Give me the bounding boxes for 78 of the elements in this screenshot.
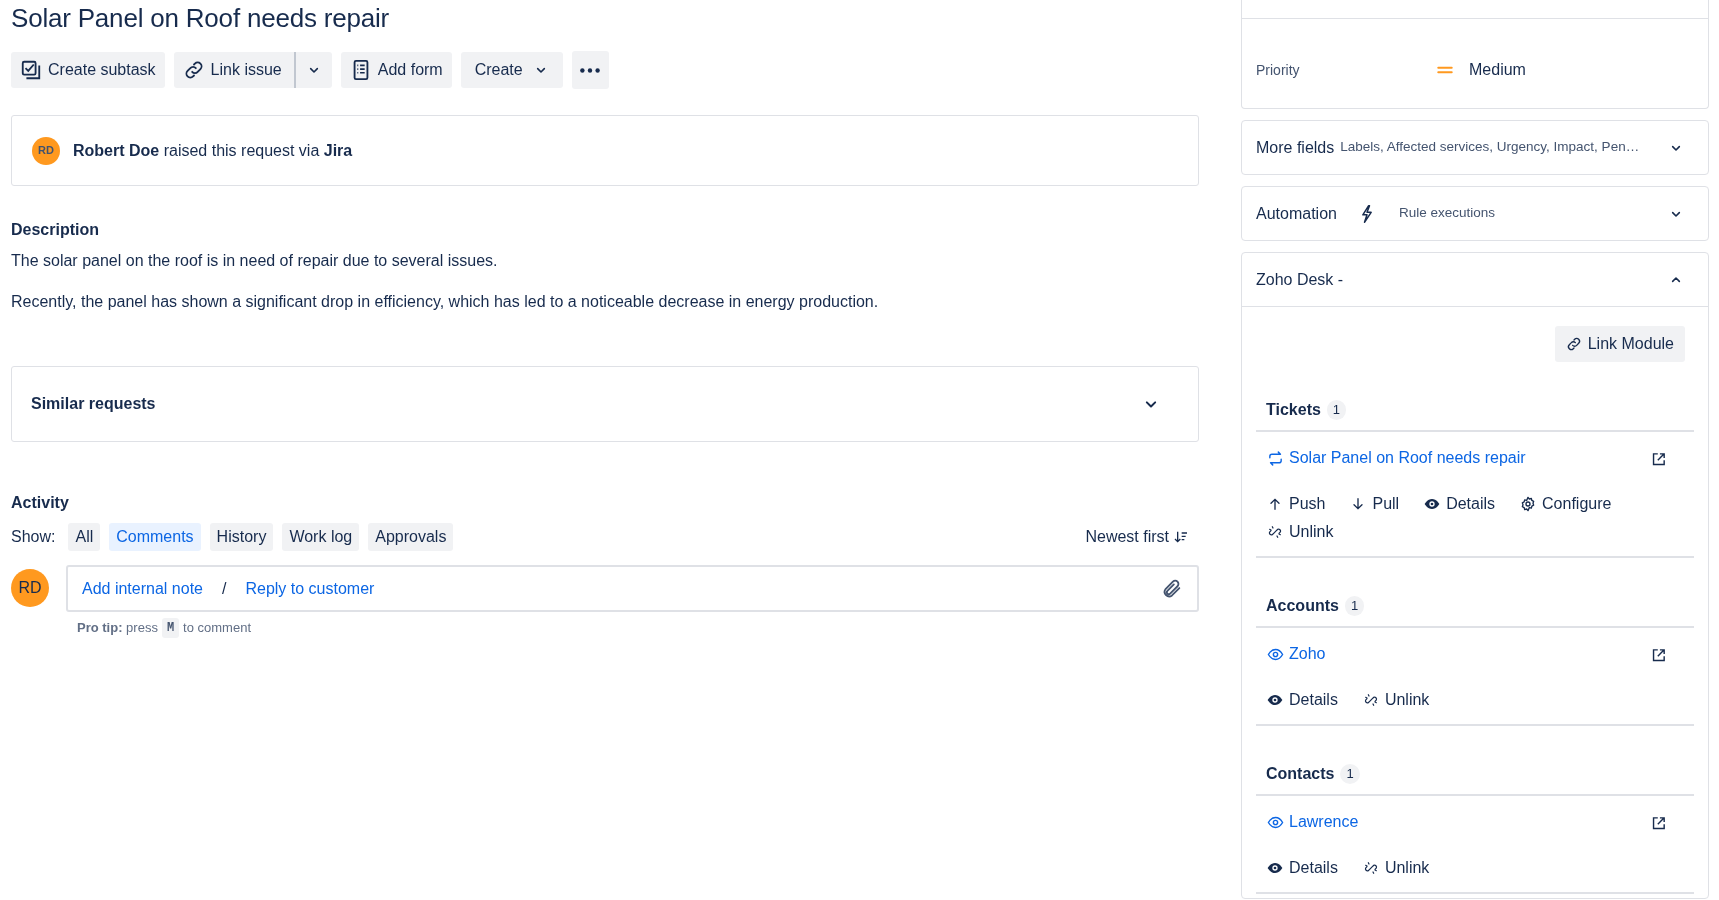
unlink-button[interactable]: Unlink	[1267, 520, 1334, 544]
open-external-button[interactable]	[1650, 451, 1667, 468]
section-title: Accounts	[1266, 596, 1339, 616]
show-label: Show:	[11, 527, 56, 547]
similar-requests-panel[interactable]: Similar requests	[11, 366, 1199, 442]
add-internal-note-link[interactable]: Add internal note	[82, 576, 203, 601]
panel-title: Similar requests	[31, 394, 156, 414]
count-badge: 1	[1344, 596, 1365, 616]
comment-box[interactable]: Add internal note / Reply to customer	[66, 565, 1199, 612]
link-icon	[1565, 336, 1582, 352]
filter-tab[interactable]: History	[209, 523, 274, 551]
panel-summary: Rule executions	[1398, 204, 1495, 223]
external-link-icon	[1650, 451, 1667, 468]
more-button[interactable]	[571, 51, 609, 89]
keyboard-key: M	[161, 618, 180, 638]
link-module-button[interactable]: Link Module	[1554, 326, 1685, 362]
unlink-button[interactable]: Unlink	[1362, 856, 1430, 880]
pro-tip-text: Pro tip: press	[77, 619, 158, 638]
configure-button[interactable]: Configure	[1520, 492, 1612, 516]
filter-tab[interactable]: Work log	[282, 523, 360, 551]
section-title: Tickets	[1266, 400, 1321, 420]
sort-icon	[1173, 529, 1189, 545]
user-avatar: RD	[32, 136, 60, 165]
section-heading: Description	[11, 220, 100, 240]
unlink-icon	[1362, 692, 1379, 708]
details-button[interactable]: Details	[1267, 856, 1338, 880]
automation-panel[interactable]: Automation Rule executions	[1241, 186, 1709, 241]
zoho-panel-header[interactable]: Zoho Desk -	[1242, 253, 1708, 307]
subtask-icon	[20, 59, 42, 81]
push-button[interactable]: Push	[1267, 492, 1326, 516]
details-button[interactable]: Details	[1267, 688, 1338, 712]
panel-summary: Labels, Affected services, Urgency, Impact, Pen…	[1340, 138, 1640, 157]
external-link-icon	[1650, 647, 1667, 664]
section-heading: Activity	[11, 493, 70, 513]
panel-title: More fields	[1256, 137, 1335, 158]
request-text: Robert Doe raised this request via Jira	[73, 140, 353, 161]
pull-button[interactable]: Pull	[1350, 492, 1400, 516]
create-subtask-button[interactable]: Create subtask	[11, 52, 165, 88]
open-external-button[interactable]	[1650, 815, 1667, 832]
more-fields-panel[interactable]: More fields Labels, Affected services, Urgency, Impact, Pen…	[1241, 120, 1709, 175]
details-button[interactable]: Details	[1424, 492, 1496, 516]
filter-tab[interactable]: All	[68, 523, 101, 551]
attachment-icon	[1161, 577, 1183, 600]
user-avatar: RD	[11, 569, 49, 607]
create-button[interactable]: Create	[460, 52, 563, 88]
record-link[interactable]: Zoho	[1267, 642, 1326, 666]
panel-title: Automation	[1256, 203, 1337, 224]
open-external-button[interactable]	[1650, 647, 1667, 664]
record-link[interactable]: Solar Panel on Roof needs repair	[1267, 446, 1526, 470]
record-link[interactable]: Lawrence	[1267, 810, 1359, 834]
eye-icon	[1267, 692, 1283, 708]
unlink-button[interactable]: Unlink	[1362, 688, 1430, 712]
section-title: Contacts	[1266, 764, 1335, 784]
unlink-icon	[1267, 524, 1283, 540]
field-label: Priority	[1256, 60, 1301, 80]
more-icon	[580, 67, 601, 73]
reply-to-customer-link[interactable]: Reply to customer	[245, 576, 375, 601]
sort-button[interactable]: Newest first	[1085, 525, 1189, 549]
settings-icon	[1520, 496, 1537, 512]
add-form-button[interactable]: Add form	[340, 52, 452, 88]
field-value: Medium	[1469, 60, 1526, 80]
filter-tab[interactable]: Comments	[109, 523, 201, 551]
description-text: The solar panel on the roof is in need of repair due to several issues.	[11, 251, 499, 271]
unlink-icon	[1362, 860, 1379, 876]
pro-tip-text: to comment	[183, 619, 252, 638]
arrow-up-icon	[1267, 496, 1283, 512]
link-issue-button[interactable]: Link issue	[173, 52, 294, 88]
filter-tab[interactable]: Approvals	[368, 523, 454, 551]
eye-icon	[1267, 860, 1283, 876]
panel-title: Zoho Desk -	[1256, 269, 1344, 290]
separator: /	[222, 578, 227, 599]
count-badge: 1	[1340, 764, 1360, 784]
eye-icon	[1424, 496, 1441, 512]
count-badge: 1	[1326, 400, 1347, 420]
external-link-icon	[1650, 815, 1667, 832]
page-title: Solar Panel on Roof needs repair	[11, 2, 391, 35]
sync-icon	[1267, 449, 1284, 467]
description-text: Recently, the panel has shown a significant drop in efficiency, which has led to a noticeable decrease in energy production.	[11, 292, 880, 312]
